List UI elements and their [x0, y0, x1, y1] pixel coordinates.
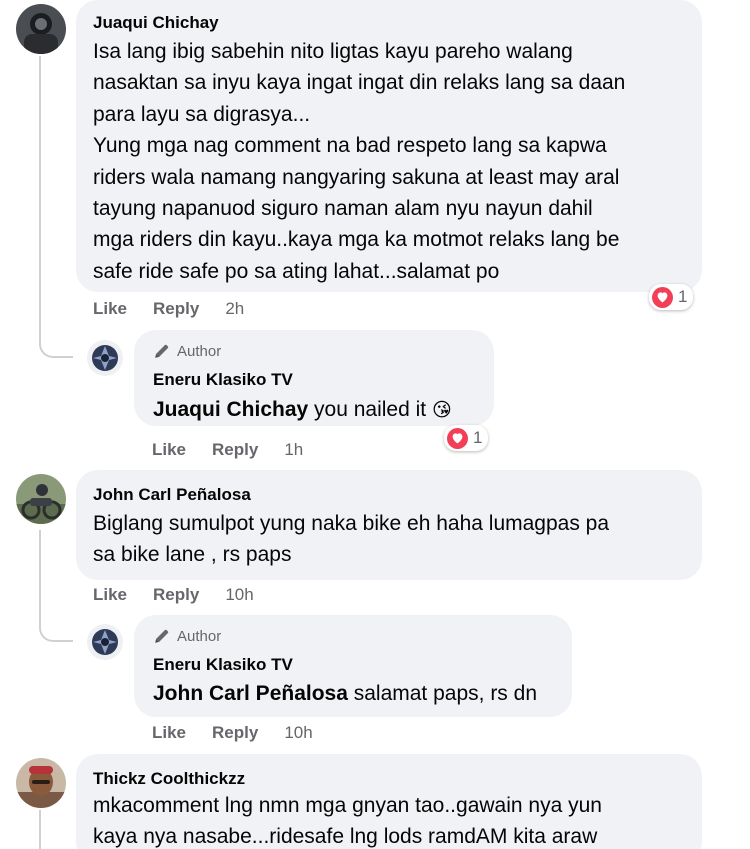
heart-icon: [447, 427, 468, 449]
reply-button[interactable]: Reply: [153, 299, 199, 319]
like-button[interactable]: Like: [93, 585, 127, 605]
comment-actions: Like Reply 10h: [93, 585, 254, 605]
comment-text-line: para layu sa digrasya...: [93, 102, 311, 126]
avatar[interactable]: [16, 758, 66, 808]
comment-text: mkacomment lng nmn mga gnyan tao..gawain…: [93, 790, 602, 849]
kiss-emoji: 😘: [431, 400, 452, 421]
reply-bubble: Author Eneru Klasiko TV John Carl Peñalo…: [134, 615, 572, 717]
like-button[interactable]: Like: [93, 299, 127, 319]
author-badge-label: Author: [177, 627, 222, 645]
comment-text-line: Biglang sumulpot yung naka bike eh haha …: [93, 512, 610, 535]
comment-text-line: Isa lang ibig sabehin nito ligtas kayu p…: [93, 40, 573, 63]
comment-author-name[interactable]: Eneru Klasiko TV: [153, 655, 293, 675]
comment-text-line: tayung napanuod siguro naman alam nyu na…: [93, 197, 593, 221]
comment-text-line: mkacomment lng nmn mga gnyan tao..gawain…: [93, 794, 602, 817]
like-button[interactable]: Like: [152, 440, 186, 460]
comment-timestamp[interactable]: 10h: [225, 585, 253, 605]
comment-timestamp[interactable]: 1h: [284, 440, 303, 460]
comment-author-name[interactable]: Eneru Klasiko TV: [153, 370, 293, 390]
comment-text: John Carl Peñalosa salamat paps, rs dn: [153, 678, 537, 709]
comment-text-line: riders wala namang nangyaring sakuna at …: [93, 165, 620, 189]
comment-text: Biglang sumulpot yung naka bike eh haha …: [93, 508, 609, 571]
reply-button[interactable]: Reply: [153, 585, 199, 605]
comment-text: Isa lang ibig sabehin nito ligtas kayu p…: [93, 36, 625, 287]
avatar[interactable]: [87, 624, 123, 660]
comment-text-line: safe ride safe po sa ating lahat...salam…: [93, 259, 500, 283]
reaction-badge[interactable]: 1: [649, 284, 694, 310]
reply-actions: Like Reply 1h: [152, 440, 303, 460]
comment-text-line: Yung mga nag comment na bad respeto lang…: [93, 134, 607, 158]
pencil-icon: [155, 344, 169, 358]
author-badge: Author: [153, 627, 221, 645]
comment-text-line: mga riders din kayu..kaya mga ka motmot …: [93, 228, 620, 252]
reply-button[interactable]: Reply: [212, 723, 258, 743]
avatar[interactable]: [16, 4, 66, 54]
comment-bubble: John Carl Peñalosa Biglang sumulpot yung…: [76, 470, 702, 580]
author-badge: Author: [153, 342, 221, 360]
comment-author-name[interactable]: John Carl Peñalosa: [93, 485, 251, 505]
comment-timestamp[interactable]: 2h: [225, 299, 244, 319]
comment-text-line: nasaktan sa inyu kaya ingat ingat din re…: [93, 71, 626, 95]
like-button[interactable]: Like: [152, 723, 186, 743]
comment-author-name[interactable]: Juaqui Chichay: [93, 13, 219, 33]
reaction-count: 1: [678, 287, 688, 306]
comment-timestamp[interactable]: 10h: [284, 723, 312, 743]
reply-actions: Like Reply 10h: [152, 723, 313, 743]
mention-link[interactable]: Juaqui Chichay: [153, 398, 308, 421]
author-badge-label: Author: [177, 342, 222, 360]
reply-bubble: Author Eneru Klasiko TV Juaqui Chichay y…: [134, 330, 494, 426]
heart-icon: [652, 286, 673, 308]
thread-line: [39, 810, 41, 849]
pencil-icon: [155, 629, 169, 643]
reply-button[interactable]: Reply: [212, 440, 258, 460]
comment-bubble: Juaqui Chichay Isa lang ibig sabehin nit…: [76, 0, 702, 292]
comment-author-name[interactable]: Thickz Coolthickzz: [93, 769, 245, 789]
comment-text-line: kaya nya nasabe...ridesafe lng lods ramd…: [93, 825, 598, 849]
avatar[interactable]: [87, 340, 123, 376]
reaction-count: 1: [473, 428, 483, 447]
thread-connector: [39, 602, 73, 642]
comment-text: Juaqui Chichay you nailed it 😘: [153, 394, 452, 426]
mention-link[interactable]: John Carl Peñalosa: [153, 682, 348, 705]
reply-text: salamat paps, rs dn: [347, 682, 537, 705]
thread-connector: [39, 318, 73, 358]
avatar[interactable]: [16, 474, 66, 524]
comment-bubble: Thickz Coolthickzz mkacomment lng nmn mg…: [76, 754, 702, 849]
reply-text: you nailed it: [308, 398, 427, 421]
reaction-badge[interactable]: 1: [444, 425, 489, 451]
comment-actions: Like Reply 2h: [93, 299, 244, 319]
thread-line: [39, 56, 41, 338]
comment-text-line: sa bike lane , rs paps: [93, 543, 292, 567]
